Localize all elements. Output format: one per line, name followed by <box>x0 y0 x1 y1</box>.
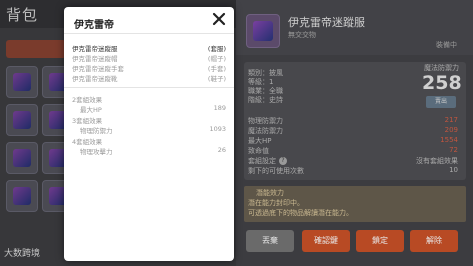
stat-label: 最大HP <box>248 137 272 145</box>
page-title: 背包 <box>6 6 39 24</box>
cloak-icon <box>253 21 273 41</box>
inventory-tab[interactable] <box>6 40 66 58</box>
note-line: 可透過底下的物品解讀潛在能力。 <box>248 209 353 217</box>
bonus-heading: 4套組效果 <box>72 138 103 146</box>
equipped-label: 裝備中 <box>436 41 457 49</box>
sell-button[interactable]: 賣出 <box>426 96 456 108</box>
stat-label: 剩下的可使用次數 <box>248 167 304 175</box>
item-icon <box>246 14 280 48</box>
item-icon <box>13 73 31 91</box>
bonus-stat: 最大HP <box>80 106 102 114</box>
bonus-heading: 3套組效果 <box>72 117 103 125</box>
stat-label: 魔法防禦力 <box>248 127 283 135</box>
note-title: 潛能效力 <box>256 189 284 197</box>
stat-value: 10 <box>449 166 458 174</box>
set-info-modal: 伊克雷帝 伊克雷帝迷蹤服 (套服) 伊克雷帝迷蹤帽 (帽子) 伊克雷帝迷蹤手套 … <box>64 7 234 261</box>
inventory-slot[interactable] <box>6 66 38 98</box>
stat-label: 致命值 <box>248 147 269 155</box>
stat-value: 1554 <box>440 136 458 144</box>
unequip-button[interactable]: 解除 <box>410 230 458 252</box>
set-item-slot: (鞋子) <box>207 75 226 83</box>
divider <box>64 87 234 88</box>
stat-label: 套組設定? <box>248 156 287 166</box>
bonus-stat: 物理攻擊力 <box>80 148 113 156</box>
set-item-slot: (套服) <box>207 45 226 53</box>
inventory-slot[interactable] <box>6 104 38 136</box>
item-name: 伊克雷帝迷蹤服 <box>288 16 365 29</box>
item-subtitle: 無交交物 <box>288 31 316 39</box>
set-item-name: 伊克雷帝迷蹤服 <box>72 45 118 53</box>
divider <box>64 33 234 34</box>
bonus-value: 189 <box>213 104 226 112</box>
close-icon[interactable] <box>212 12 226 26</box>
item-icon <box>13 149 31 167</box>
stat-value: 209 <box>444 126 458 134</box>
set-item-slot: (帽子) <box>207 55 226 63</box>
set-label: 套組設定 <box>248 157 276 165</box>
set-item-name: 伊克雷帝迷蹤帽 <box>72 55 118 63</box>
bonus-heading: 2套組效果 <box>72 96 103 104</box>
set-item-slot: (手套) <box>207 65 226 73</box>
stat-value: 72 <box>449 146 458 154</box>
bonus-value: 1093 <box>209 125 226 133</box>
stat-value: 217 <box>444 116 458 124</box>
bonus-stat: 物理防禦力 <box>80 127 113 135</box>
stat-label: 物理防禦力 <box>248 117 283 125</box>
discard-button[interactable]: 丟棄 <box>246 230 294 252</box>
confirm-button[interactable]: 確認鍵 <box>302 230 350 252</box>
lock-button[interactable]: 鎖定 <box>356 230 404 252</box>
set-item-name: 伊克雷帝迷蹤手套 <box>72 65 124 73</box>
stat-block-value: 258 <box>422 72 462 94</box>
stat-grade: 階級：史詩 <box>248 96 283 104</box>
set-item-name: 伊克雷帝迷蹤靴 <box>72 75 118 83</box>
modal-title: 伊克雷帝 <box>74 20 114 31</box>
bonus-value: 26 <box>217 146 226 154</box>
note-line: 潛在能力封印中。 <box>248 199 304 207</box>
item-icon <box>13 111 31 129</box>
watermark-text: 大数跨境 <box>4 249 41 259</box>
inventory-slot[interactable] <box>6 142 38 174</box>
help-icon[interactable]: ? <box>279 157 287 165</box>
stat-value: 沒有套組效果 <box>416 157 458 165</box>
inventory-slot[interactable] <box>6 180 38 212</box>
item-icon <box>13 187 31 205</box>
